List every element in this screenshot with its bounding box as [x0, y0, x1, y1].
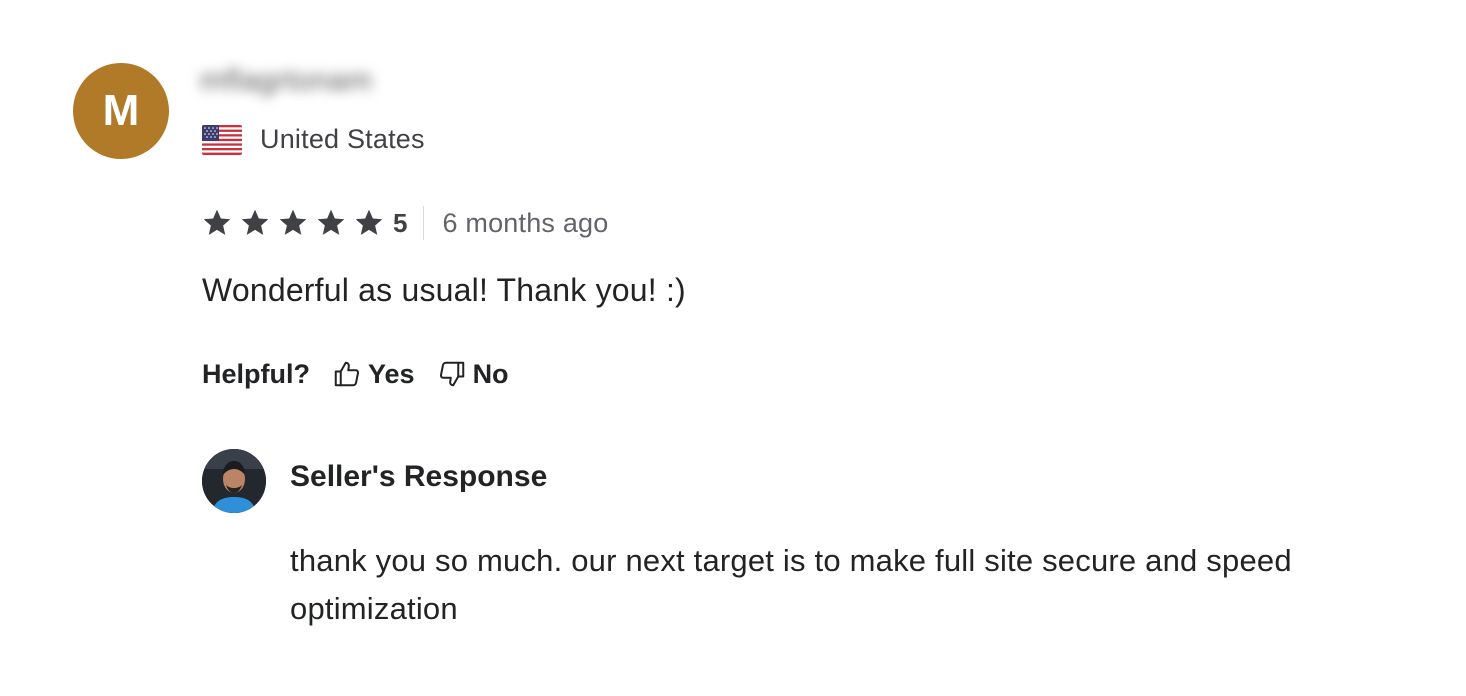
star-icon	[355, 209, 383, 235]
reviewer-country: United States	[202, 124, 425, 155]
avatar-initial: M	[102, 86, 140, 135]
seller-response-title: Seller's Response	[290, 460, 548, 493]
no-label: No	[472, 358, 509, 389]
seller-photo-icon	[202, 449, 266, 513]
rating-row: 5 6 months ago	[201, 204, 608, 242]
helpful-label: Helpful?	[202, 358, 310, 389]
seller-response-text: thank you so much. our next target is to…	[290, 543, 1292, 626]
rating-value: 5	[393, 207, 408, 238]
review-card: M mflagrtonam United States 5 6 months a…	[0, 0, 1466, 696]
star-icon	[279, 209, 307, 235]
reviewer-username[interactable]: mflagrtonam	[200, 64, 372, 98]
seller-avatar[interactable]	[202, 449, 266, 513]
star-icon	[317, 209, 345, 235]
star-icon	[203, 209, 231, 235]
yes-label: Yes	[368, 358, 415, 389]
helpful-yes-button[interactable]: Yes	[332, 359, 415, 390]
review-text: Wonderful as usual! Thank you! :)	[202, 272, 686, 308]
divider	[423, 206, 425, 240]
star-icon	[241, 209, 269, 235]
helpful-row: Helpful? Yes No	[202, 354, 531, 394]
helpful-no-button[interactable]: No	[437, 359, 509, 390]
reviewer-avatar[interactable]: M	[73, 63, 169, 159]
thumbs-up-icon	[334, 361, 360, 387]
us-flag-icon	[202, 124, 242, 155]
star-rating	[201, 207, 391, 239]
thumbs-down-icon	[439, 361, 464, 387]
review-time: 6 months ago	[442, 207, 609, 238]
country-name: United States	[260, 124, 425, 154]
